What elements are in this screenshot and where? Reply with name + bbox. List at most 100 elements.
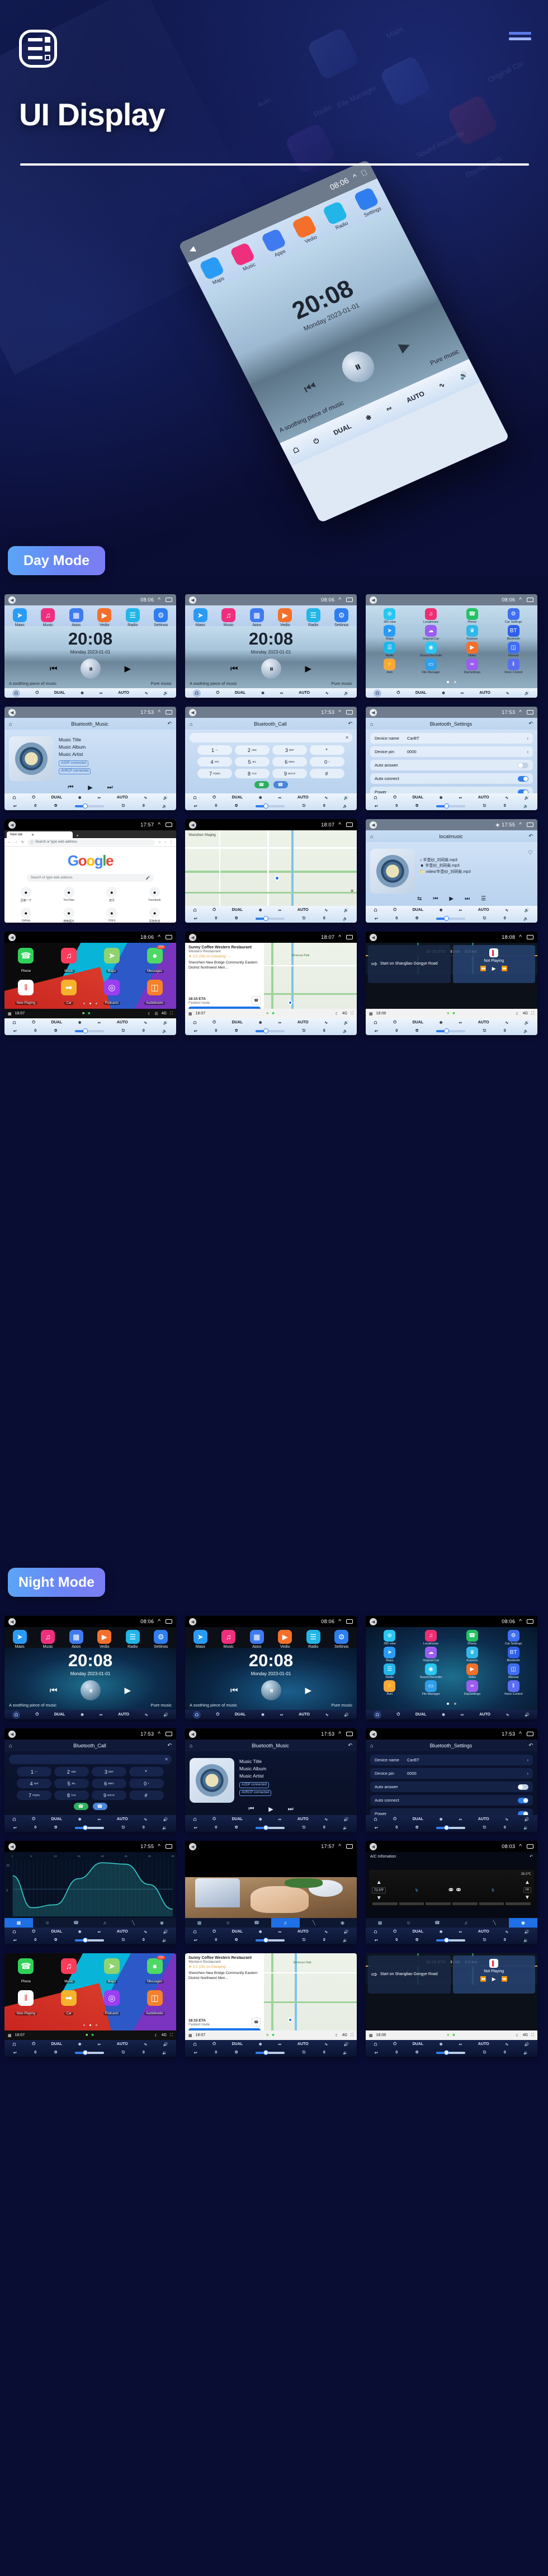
app-icon-sound-recorder[interactable]: ◉ Sound Recorder (410, 1663, 452, 1679)
shortcut-huya-icon[interactable]: ● 虎牙 (100, 887, 124, 902)
app-icon-avin[interactable]: ⚡ Avin (369, 1680, 410, 1696)
carplay-dock[interactable]: ▦ 18:08 ■ ■ ☾ 4G ⛶ (366, 2030, 537, 2040)
phone-number-input[interactable]: ✕ (190, 733, 352, 742)
search-input[interactable]: Search or type web address 🎤 (26, 874, 154, 882)
carplay-app-audiobooks[interactable]: ◫ Audiobooks (142, 980, 168, 1007)
volume-up-icon[interactable]: 🔊 (163, 2042, 168, 2047)
quick-app-radio[interactable]: ☰ Radio (121, 608, 144, 627)
back-arrow-icon[interactable]: ◀ (370, 596, 377, 604)
quick-app-settings[interactable]: ⚙ Settings (330, 608, 353, 627)
fan-icon[interactable]: ∿ (505, 1817, 508, 1822)
fast-forward-icon[interactable]: ⏩ (502, 1976, 508, 1982)
snowflake-icon[interactable]: ❄ (442, 1713, 445, 1717)
recirculate-icon[interactable]: ↩ (13, 1826, 17, 1830)
home-icon[interactable]: ☖ (374, 1930, 377, 1934)
app-icon-voice-control[interactable]: ‖ Voice Control (493, 1680, 534, 1696)
quick-app-apps[interactable]: ▦ Apps (64, 608, 88, 627)
volume-down-icon[interactable]: 🔉 (162, 2051, 167, 2055)
power-icon[interactable]: ⏻ (32, 1930, 35, 1934)
home-icon[interactable]: ☖ (12, 689, 20, 697)
climate-row-bottom[interactable]: ↩ 0 ⎊ ⎋ 0 🔉 (366, 802, 537, 810)
close-icon[interactable]: ✕ (31, 833, 34, 837)
fan-speed-slider[interactable] (436, 1825, 466, 1830)
previous-track-icon[interactable]: ⏮ (230, 1686, 238, 1695)
home-icon[interactable]: ☖ (193, 908, 196, 913)
recents-icon[interactable] (166, 935, 172, 939)
fan-icon[interactable]: ∿ (505, 796, 508, 800)
quick-app-maps[interactable]: ➤ Maps (188, 1630, 212, 1649)
volume-up-icon[interactable]: 🔊 (525, 2042, 530, 2047)
fast-forward-icon[interactable]: ⏩ (502, 966, 508, 972)
recirculate-icon[interactable]: ↩ (194, 804, 197, 808)
rear-defrost-icon[interactable]: ∾ (459, 1021, 462, 1025)
dial-key-9[interactable]: 9 WXYZ (92, 1790, 126, 1800)
chevron-up-icon[interactable]: ^ (158, 1619, 160, 1625)
volume-down-icon[interactable]: 🔉 (523, 1029, 528, 1033)
setting-row[interactable]: Auto answer (370, 760, 533, 770)
phone-icon[interactable]: ☎ (252, 2018, 261, 2027)
video-surface[interactable] (185, 1852, 357, 1918)
back-arrow-icon[interactable]: ◀ (189, 933, 196, 941)
volume-down-icon[interactable]: 🔉 (523, 804, 528, 808)
snowflake-icon[interactable]: ❄ (259, 908, 262, 913)
rear-defrost-icon[interactable]: ∾ (278, 796, 281, 800)
snowflake-icon[interactable]: ❄ (440, 908, 443, 913)
recents-icon[interactable] (166, 1732, 172, 1736)
chevron-up-icon[interactable]: ^ (519, 1844, 522, 1850)
return-icon[interactable]: ↶ (528, 833, 533, 839)
recents-icon[interactable] (527, 822, 533, 827)
volume-up-icon[interactable]: 🔊 (163, 1713, 168, 1717)
tab-eq-grid[interactable]: ▦ (185, 1918, 214, 1928)
power-icon[interactable]: ⏻ (36, 691, 39, 695)
chevron-up-icon[interactable]: ^ (158, 822, 160, 828)
next-track-icon[interactable]: ⏭ (465, 896, 470, 902)
carplay-app-music[interactable]: ♫ Music (56, 948, 82, 975)
power-icon[interactable]: ⏻ (212, 1930, 216, 1934)
seat-icon[interactable]: ⎊ (235, 1938, 238, 1943)
quick-app-video[interactable]: ▶ Vedio (273, 608, 297, 627)
back-arrow-icon[interactable]: ◀ (189, 1618, 196, 1625)
maps-icon[interactable]: ■ (86, 2033, 88, 2037)
quick-app-music[interactable]: ♫ Music (217, 608, 240, 627)
screenshot-navigation-day[interactable]: ◀ 18:07 ^ Shenzhen Shajing ✕ ☖ ⏻ DUAL ❄ … (185, 819, 357, 923)
next-track-icon[interactable]: ▶ (305, 664, 311, 674)
now-playing-card[interactable]: ▌ Not Playing ⏪ ▶ ⏩ (452, 1955, 535, 1994)
volume-up-icon[interactable]: 🔊 (525, 796, 530, 800)
app-icon-original-car[interactable]: ☁ Original Car (410, 625, 452, 641)
screenshot-home-night-2[interactable]: ◀ 08:06 ^ ➤ Maps ♫ Music ▦ Apps ▶ Vedio ☰ Rad… (185, 1616, 357, 1719)
pause-icon[interactable]: ⏸ (81, 659, 101, 679)
seat-heat-icon[interactable]: ⎋ (483, 1029, 486, 1033)
volume-down-icon[interactable]: 🔉 (343, 1938, 348, 1943)
recirculate-icon[interactable]: ↩ (194, 1029, 197, 1033)
rear-defrost-icon[interactable]: ∾ (459, 2042, 462, 2047)
shortcut-github-icon[interactable]: ● GitHub (14, 908, 37, 923)
power-icon[interactable]: ⏻ (216, 691, 220, 695)
clear-x-icon[interactable]: ✕ (164, 1757, 168, 1762)
back-arrow-icon[interactable]: ◀ (370, 821, 377, 829)
power-icon[interactable]: ⏻ (212, 1817, 216, 1822)
volume-down-icon[interactable]: 🔉 (343, 1029, 348, 1033)
power-icon[interactable]: ⏻ (212, 908, 216, 913)
volume-up-icon[interactable]: 🔊 (344, 1817, 349, 1822)
previous-track-icon[interactable]: ⏮ (50, 1686, 58, 1695)
snowflake-icon[interactable]: ❄ (259, 1021, 262, 1025)
screenshot-app-drawer-day[interactable]: ◀ 08:06 ^ ⊚ 360 view ♫ Localmusic ☎ Phone ⚙ Car… (366, 594, 537, 698)
dial-key-7[interactable]: 7 PQRS (197, 769, 232, 778)
rear-defrost-icon[interactable]: ∾ (97, 1930, 101, 1934)
dial-pad[interactable]: 1 –– 2 ABC 3 DEF * 4 GHI 5 JKL 6 MNO 0 +7 PQRS 8 TUV 9 WXYZ… (190, 745, 352, 778)
volume-up-icon[interactable]: 🔊 (163, 691, 168, 695)
app-grid-icon[interactable]: ▦ (8, 2033, 12, 2038)
tab-music-note[interactable]: ♫ (271, 1918, 300, 1928)
fan-speed-slider[interactable] (436, 916, 466, 921)
quick-app-video[interactable]: ▶ Vedio (93, 1630, 116, 1649)
climate-bar-expanded[interactable]: ☖ ⏻ DUAL ❄ ∾ AUTO ∿ 🔊 ↩ 0 ⎊ ⎋ 0 🔉 (185, 793, 357, 810)
home-icon[interactable]: ☖ (193, 1930, 196, 1934)
volume-down-icon[interactable]: 🔉 (343, 916, 348, 921)
hamburger-icon[interactable] (509, 32, 531, 40)
home-icon[interactable]: ☖ (374, 908, 377, 913)
quick-app-settings[interactable]: ⚙ Settings (149, 608, 173, 627)
power-icon[interactable]: ⏻ (32, 1021, 35, 1025)
snowflake-icon[interactable]: ❄ (261, 1713, 264, 1717)
climate-row-bottom[interactable]: ↩ 0 ⎊ ⎋ 0 🔉 (4, 1936, 176, 1944)
fan-icon[interactable]: ∿ (324, 2042, 328, 2047)
